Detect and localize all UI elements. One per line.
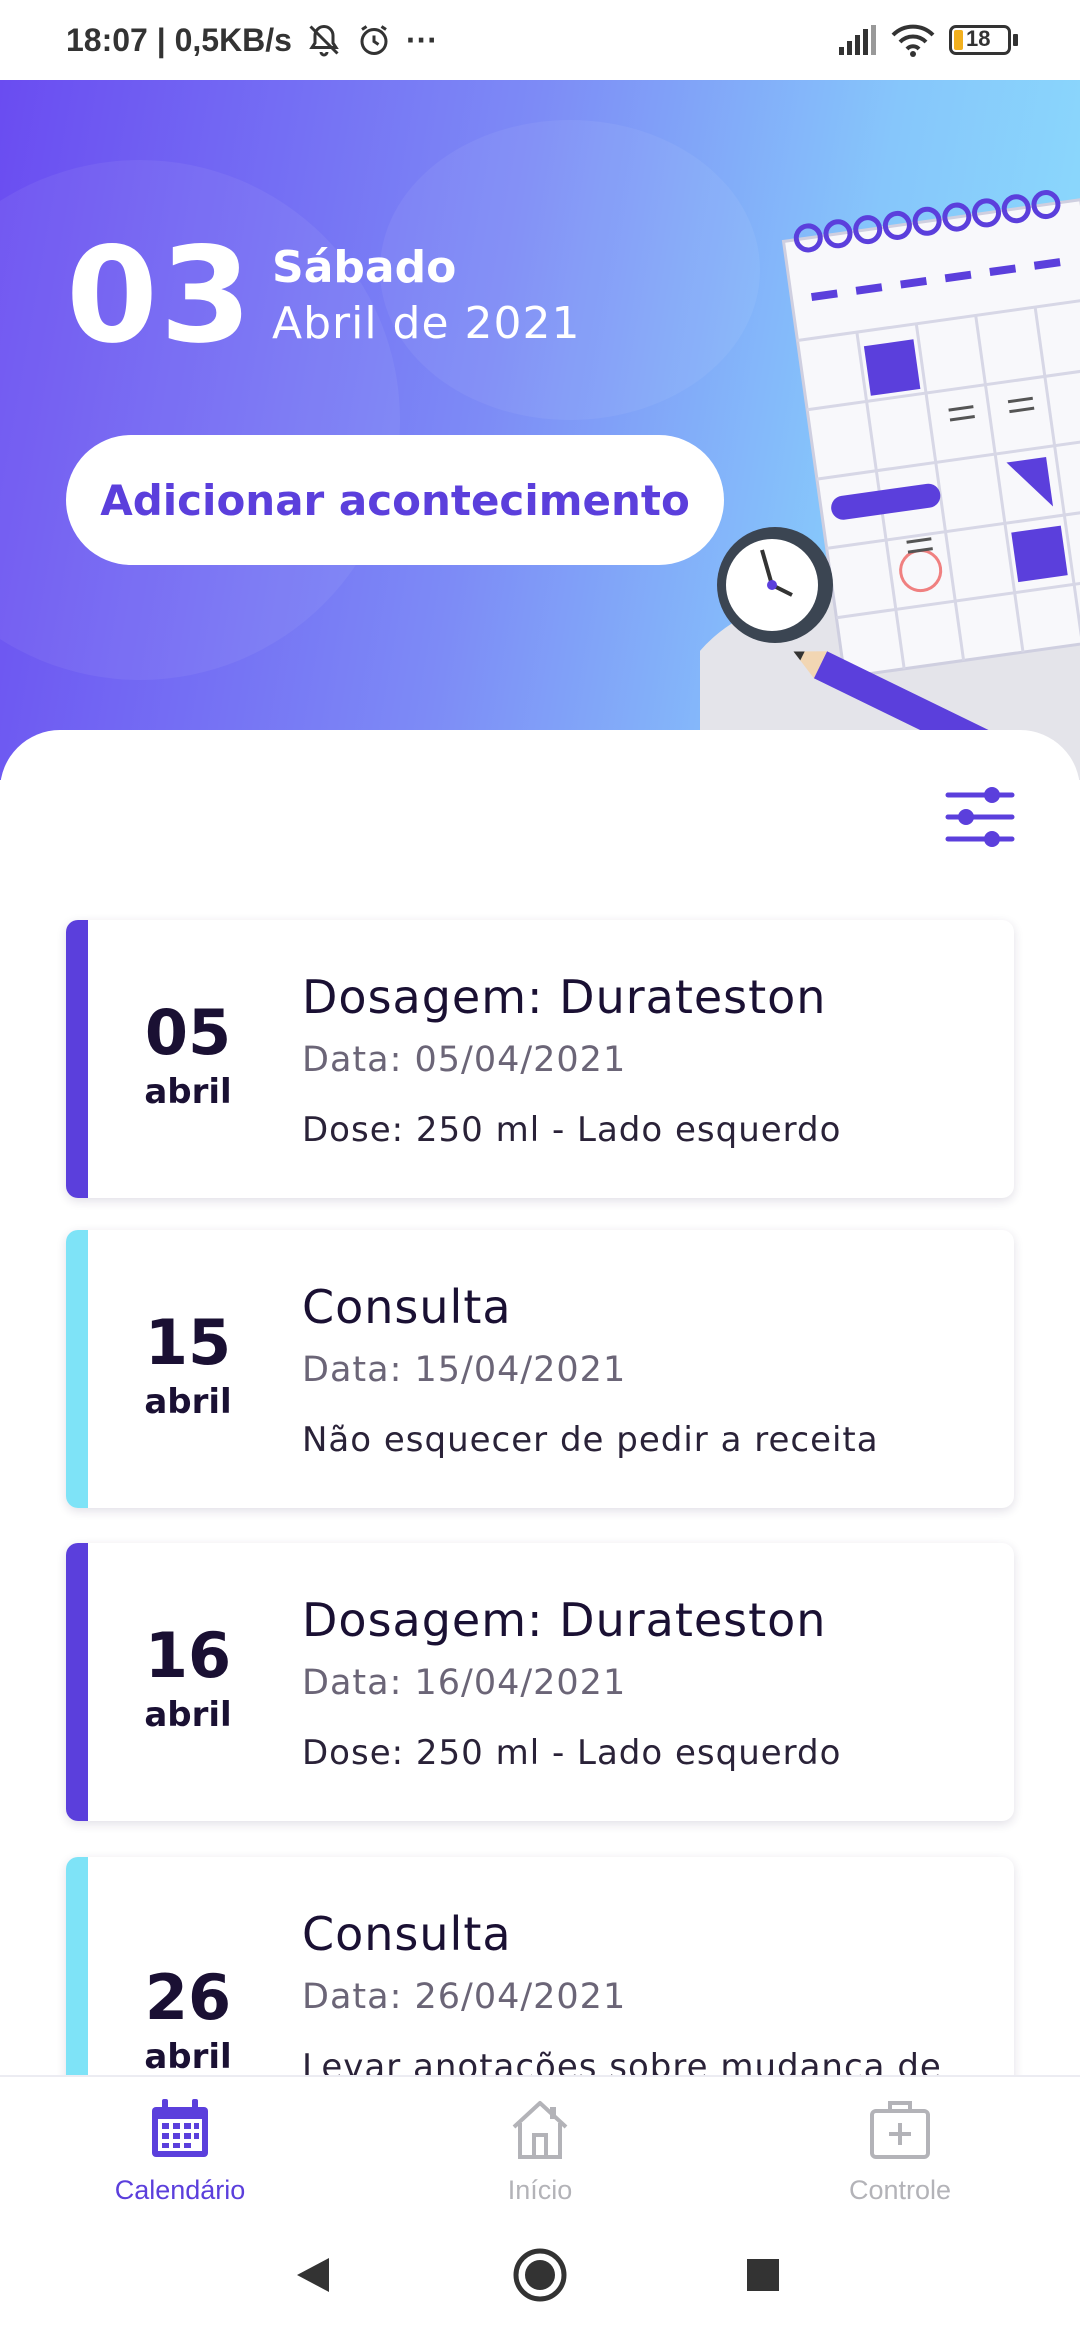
nav-item-home[interactable]: Início	[360, 2077, 720, 2212]
current-month-year: Abril de 2021	[272, 298, 581, 349]
event-card[interactable]: 16 abril Dosagem: Durateston Data: 16/04…	[66, 1543, 1014, 1821]
event-title: Consulta	[302, 1907, 512, 1961]
nav-item-control[interactable]: Controle	[720, 2077, 1080, 2212]
event-date: Data: 16/04/2021	[302, 1663, 627, 1703]
event-description: Levar anotações sobre mudança de	[302, 2047, 942, 2075]
nav-item-calendar[interactable]: Calendário	[0, 2077, 360, 2212]
alarm-icon	[356, 22, 392, 58]
events-sheet: 05 abril Dosagem: Durateston Data: 05/04…	[0, 730, 1080, 2075]
event-date: Data: 26/04/2021	[302, 1977, 627, 2017]
event-accent-bar	[66, 920, 88, 1198]
event-day: 05	[144, 996, 232, 1069]
mute-bell-icon	[306, 22, 342, 58]
event-date: Data: 05/04/2021	[302, 1040, 627, 1080]
status-bar: 18:07 | 0,5KB/s ··· 18	[0, 0, 1080, 80]
home-circle-icon[interactable]	[480, 2210, 600, 2340]
calendar-header: 03 Sábado Abril de 2021 Adicionar aconte…	[0, 80, 1080, 780]
status-right: 18	[837, 23, 1018, 57]
event-title: Dosagem: Durateston	[302, 1593, 827, 1647]
event-card[interactable]: 26 abril Consulta Data: 26/04/2021 Levar…	[66, 1857, 1014, 2075]
calendar-icon	[152, 2099, 208, 2157]
current-weekday: Sábado	[272, 242, 457, 293]
wifi-icon	[891, 23, 935, 57]
event-accent-bar	[66, 1543, 88, 1821]
event-month: abril	[144, 1695, 232, 1735]
signal-icon	[837, 25, 877, 55]
status-left: 18:07 | 0,5KB/s ···	[66, 22, 438, 59]
event-card[interactable]: 15 abril Consulta Data: 15/04/2021 Não e…	[66, 1230, 1014, 1508]
battery-icon: 18	[949, 25, 1018, 55]
event-month: abril	[144, 1382, 232, 1422]
status-time-speed: 18:07 | 0,5KB/s	[66, 21, 292, 58]
nav-label: Controle	[848, 2175, 952, 2205]
back-icon[interactable]	[253, 2210, 373, 2340]
event-description: Não esquecer de pedir a receita	[302, 1420, 879, 1460]
current-day: 03	[66, 219, 254, 373]
more-dots: ···	[405, 21, 438, 58]
recents-icon[interactable]	[703, 2210, 823, 2340]
event-card[interactable]: 05 abril Dosagem: Durateston Data: 05/04…	[66, 920, 1014, 1198]
nav-label: Início	[507, 2175, 573, 2205]
event-description: Dose: 250 ml - Lado esquerdo	[302, 1733, 842, 1773]
event-title: Dosagem: Durateston	[302, 970, 827, 1024]
event-date: Data: 15/04/2021	[302, 1350, 627, 1390]
event-accent-bar	[66, 1857, 88, 2075]
nav-label: Calendário	[114, 2175, 246, 2205]
add-event-button[interactable]: Adicionar acontecimento	[66, 435, 724, 565]
event-month: abril	[144, 1072, 232, 1112]
medical-kit-icon	[870, 2101, 930, 2159]
bottom-nav: Calendário Início Controle	[0, 2075, 1080, 2212]
event-day: 16	[144, 1619, 232, 1692]
event-description: Dose: 250 ml - Lado esquerdo	[302, 1110, 842, 1150]
system-navigation-bar	[0, 2210, 1080, 2340]
calendar-illustration	[700, 190, 1080, 780]
filter-icon[interactable]	[944, 785, 1016, 849]
event-day: 26	[144, 1961, 232, 2034]
battery-level: 18	[966, 26, 991, 51]
event-accent-bar	[66, 1230, 88, 1508]
event-day: 15	[144, 1306, 232, 1379]
event-month: abril	[144, 2037, 232, 2075]
event-title: Consulta	[302, 1280, 512, 1334]
home-icon	[512, 2101, 568, 2159]
